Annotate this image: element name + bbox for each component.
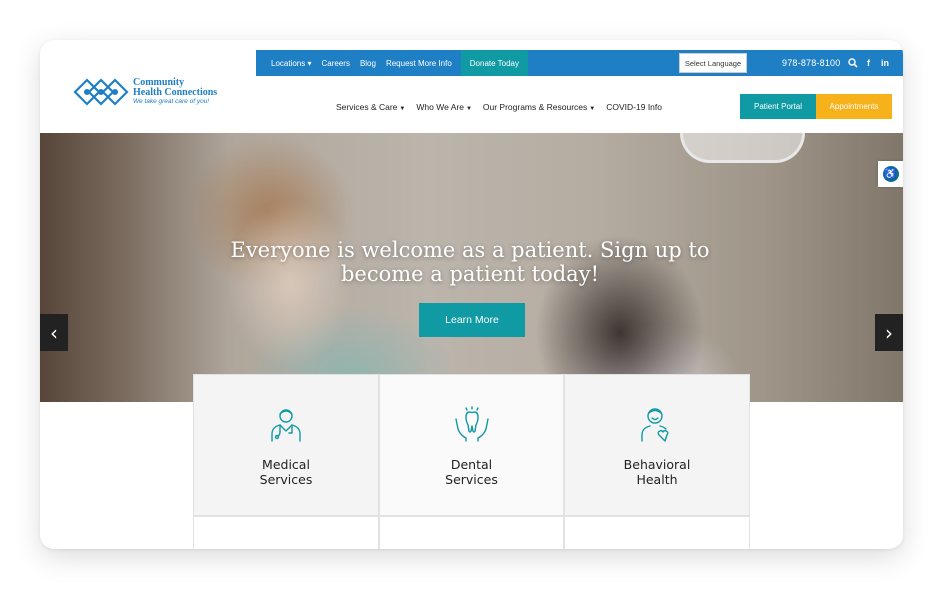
service-title-line-1: Dental [450, 457, 493, 472]
site-logo[interactable]: Community Health Connections We take gre… [73, 76, 233, 108]
search-icon[interactable] [848, 50, 858, 76]
utility-bar: Locations ▾ Careers Blog Request More In… [256, 50, 903, 76]
tooth-in-hands-icon [454, 406, 489, 442]
service-title-line-1: Behavioral [623, 457, 691, 472]
language-select[interactable]: Select Language [679, 53, 747, 73]
dental-services-card[interactable]: Dental Services [379, 374, 564, 516]
blog-link[interactable]: Blog [360, 59, 376, 68]
service-title: Behavioral Health [624, 457, 691, 487]
logo-tagline: We take great care of you! [133, 98, 210, 106]
nav-programs-resources[interactable]: Our Programs & Resources ▼ [483, 102, 595, 112]
caret-down-icon: ▼ [589, 106, 596, 112]
slider-prev-arrow-icon[interactable]: ‹ [40, 314, 68, 351]
nav-who-we-are[interactable]: Who We Are ▼ [416, 102, 472, 112]
service-card-placeholder [564, 516, 750, 549]
nav-label: Our Programs & Resources [482, 102, 588, 112]
person-heart-icon [641, 408, 669, 442]
service-cards: Medical Services Dental Services Behavio… [193, 374, 750, 549]
phone-number[interactable]: 978-878-8100 [782, 50, 840, 76]
medical-services-card[interactable]: Medical Services [193, 374, 379, 516]
service-card-placeholder [193, 516, 379, 549]
logo-line-2: Health Connections [133, 87, 218, 99]
main-nav: Services & Care ▼ Who We Are ▼ Our Program… [336, 100, 673, 114]
locations-link[interactable]: Locations ▾ [271, 59, 311, 68]
caret-down-icon: ▼ [465, 106, 472, 112]
behavioral-health-card[interactable]: Behavioral Health [564, 374, 750, 516]
doctor-icon [271, 409, 301, 442]
appointments-button[interactable]: Appointments [816, 94, 892, 119]
nav-label: Who We Are [416, 102, 464, 112]
nav-label: COVID-19 Info [606, 102, 662, 112]
linkedin-icon[interactable]: in [881, 50, 889, 76]
donate-button[interactable]: Donate Today [460, 50, 528, 76]
hero-slider: Everyone is welcome as a patient. Sign u… [40, 133, 903, 402]
accessibility-button[interactable]: ♿ [878, 161, 903, 187]
caret-down-icon: ▼ [399, 106, 406, 112]
nav-services-care[interactable]: Services & Care ▼ [336, 102, 405, 112]
service-title-line-1: Medical [262, 457, 310, 472]
facebook-icon[interactable]: f [867, 50, 870, 76]
service-card-placeholder [379, 516, 564, 549]
service-title-line-2: Services [445, 472, 498, 487]
service-title-line-2: Services [259, 472, 313, 487]
service-title: Medical Services [260, 457, 313, 487]
nav-covid-info[interactable]: COVID-19 Info [606, 102, 662, 112]
slider-next-arrow-icon[interactable]: › [875, 314, 903, 351]
service-title: Dental Services [445, 457, 498, 487]
request-info-link[interactable]: Request More Info [386, 59, 452, 68]
browser-frame: Locations ▾ Careers Blog Request More In… [40, 40, 903, 549]
learn-more-button[interactable]: Learn More [419, 303, 525, 337]
accessibility-icon: ♿ [882, 166, 899, 182]
logo-diamonds-icon [73, 78, 129, 106]
nav-label: Services & Care [336, 102, 398, 112]
careers-link[interactable]: Careers [321, 59, 349, 68]
patient-portal-button[interactable]: Patient Portal [740, 94, 816, 119]
dental-lamp-image [680, 133, 805, 163]
service-title-line-2: Health [636, 472, 678, 487]
hero-headline: Everyone is welcome as a patient. Sign u… [230, 238, 710, 286]
